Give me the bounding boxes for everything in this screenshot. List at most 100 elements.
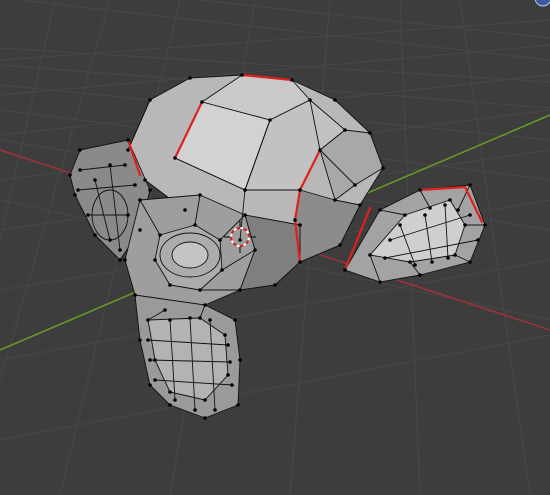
mesh-vertex[interactable] bbox=[168, 390, 172, 394]
mesh-vertex[interactable] bbox=[220, 268, 224, 272]
mesh-vertex[interactable] bbox=[483, 223, 487, 227]
mesh-vertex[interactable] bbox=[468, 260, 472, 264]
mesh-vertex[interactable] bbox=[463, 223, 467, 227]
mesh-vertex[interactable] bbox=[148, 358, 152, 362]
mesh-vertex[interactable] bbox=[158, 233, 162, 237]
mesh-vertex[interactable] bbox=[183, 208, 187, 212]
mesh-vertex[interactable] bbox=[126, 148, 130, 152]
mesh-vertex[interactable] bbox=[343, 128, 347, 132]
mesh-vertex[interactable] bbox=[148, 383, 152, 387]
mesh-vertex[interactable] bbox=[226, 343, 230, 347]
mesh-vertex[interactable] bbox=[193, 408, 197, 412]
mesh-vertex[interactable] bbox=[298, 260, 302, 264]
mesh-vertex[interactable] bbox=[333, 198, 337, 202]
mesh-vertex[interactable] bbox=[78, 168, 82, 172]
mesh-vertex[interactable] bbox=[173, 398, 177, 402]
mesh-vertex[interactable] bbox=[73, 193, 77, 197]
mesh-vertex[interactable] bbox=[138, 198, 142, 202]
mesh-vertex[interactable] bbox=[123, 163, 127, 167]
mesh-vertex[interactable] bbox=[398, 223, 402, 227]
mesh-vertex[interactable] bbox=[198, 193, 202, 197]
mesh-vertex[interactable] bbox=[298, 223, 302, 227]
mesh-vertex[interactable] bbox=[293, 218, 297, 222]
mesh-vertex[interactable] bbox=[78, 148, 82, 152]
mesh-vertex[interactable] bbox=[203, 303, 207, 307]
mesh-vertex[interactable] bbox=[118, 248, 122, 252]
mesh-vertex[interactable] bbox=[86, 213, 90, 217]
mesh-vertex[interactable] bbox=[203, 416, 207, 420]
mesh-vertex[interactable] bbox=[93, 233, 97, 237]
mesh-vertex[interactable] bbox=[448, 198, 452, 202]
mesh-vertex[interactable] bbox=[168, 403, 172, 407]
mesh-vertex[interactable] bbox=[126, 138, 130, 142]
mesh-vertex[interactable] bbox=[143, 178, 147, 182]
mesh-vertex[interactable] bbox=[338, 243, 342, 247]
mesh-vertex[interactable] bbox=[403, 213, 407, 217]
mesh-vertex[interactable] bbox=[226, 373, 230, 377]
mesh-vertex[interactable] bbox=[343, 268, 347, 272]
mesh-vertex[interactable] bbox=[240, 73, 244, 77]
mesh-vertex[interactable] bbox=[188, 76, 192, 80]
mesh-vertex[interactable] bbox=[218, 238, 222, 242]
mesh-vertex[interactable] bbox=[468, 213, 472, 217]
mesh-vertex[interactable] bbox=[230, 383, 234, 387]
mesh-vertex[interactable] bbox=[476, 238, 480, 242]
mesh-vertex[interactable] bbox=[168, 318, 172, 322]
mesh-vertex[interactable] bbox=[153, 258, 157, 262]
mesh-vertex[interactable] bbox=[243, 188, 247, 192]
mesh-vertex[interactable] bbox=[383, 256, 387, 260]
mesh-vertex[interactable] bbox=[168, 283, 172, 287]
mesh-vertex[interactable] bbox=[308, 98, 312, 102]
mesh-vertex[interactable] bbox=[268, 118, 272, 122]
mesh-vertex[interactable] bbox=[253, 248, 257, 252]
mesh-vertex[interactable] bbox=[368, 253, 372, 257]
mesh-vertex[interactable] bbox=[76, 188, 80, 192]
mesh-vertex[interactable] bbox=[290, 78, 294, 82]
mesh-vertex[interactable] bbox=[193, 223, 197, 227]
navigation-gizmo-icon[interactable] bbox=[534, 0, 550, 7]
mesh-vertex[interactable] bbox=[243, 213, 247, 217]
mesh-vertex[interactable] bbox=[108, 238, 112, 242]
mesh-vertex[interactable] bbox=[358, 203, 362, 207]
mesh-vertex[interactable] bbox=[123, 258, 127, 262]
mesh-vertex[interactable] bbox=[126, 213, 130, 217]
mesh-vertex[interactable] bbox=[203, 398, 207, 402]
mesh-vertex[interactable] bbox=[133, 293, 137, 297]
mesh-vertex[interactable] bbox=[213, 408, 217, 412]
mesh-vertex[interactable] bbox=[453, 253, 457, 257]
viewport-canvas[interactable] bbox=[0, 0, 550, 495]
mesh-vertex[interactable] bbox=[146, 318, 150, 322]
mesh-vertex[interactable] bbox=[446, 256, 450, 260]
mesh-vertex[interactable] bbox=[388, 238, 392, 242]
mesh-vertex[interactable] bbox=[228, 360, 232, 364]
mesh-vertex[interactable] bbox=[381, 166, 385, 170]
mesh-vertex[interactable] bbox=[118, 258, 122, 262]
mesh-vertex[interactable] bbox=[200, 100, 204, 104]
mesh-vertex[interactable] bbox=[456, 208, 460, 212]
mesh-vertex[interactable] bbox=[418, 188, 422, 192]
mesh-vertex[interactable] bbox=[188, 316, 192, 320]
mesh-vertex[interactable] bbox=[238, 238, 242, 242]
mesh-vertex[interactable] bbox=[173, 156, 177, 160]
mesh-vertex[interactable] bbox=[163, 308, 167, 312]
mesh-vertex[interactable] bbox=[238, 288, 242, 292]
mesh-vertex[interactable] bbox=[153, 378, 157, 382]
mesh-vertex[interactable] bbox=[236, 403, 240, 407]
mesh-vertex[interactable] bbox=[148, 188, 152, 192]
mesh-vertex[interactable] bbox=[146, 338, 150, 342]
mesh-vertex[interactable] bbox=[138, 338, 142, 342]
mesh-vertex[interactable] bbox=[368, 131, 372, 135]
mesh-vertex[interactable] bbox=[443, 203, 447, 207]
mesh-vertex[interactable] bbox=[418, 273, 422, 277]
mesh-vertex[interactable] bbox=[198, 288, 202, 292]
mesh-vertex[interactable] bbox=[298, 188, 302, 192]
mesh-vertex[interactable] bbox=[148, 98, 152, 102]
mesh-vertex[interactable] bbox=[353, 183, 357, 187]
mesh-vertex[interactable] bbox=[333, 98, 337, 102]
mesh-vertex[interactable] bbox=[238, 358, 242, 362]
mesh-vertex[interactable] bbox=[273, 283, 277, 287]
mesh-vertex[interactable] bbox=[93, 178, 97, 182]
mesh-vertex[interactable] bbox=[468, 183, 472, 187]
mesh-vertex[interactable] bbox=[378, 208, 382, 212]
mesh-vertex[interactable] bbox=[138, 228, 142, 232]
